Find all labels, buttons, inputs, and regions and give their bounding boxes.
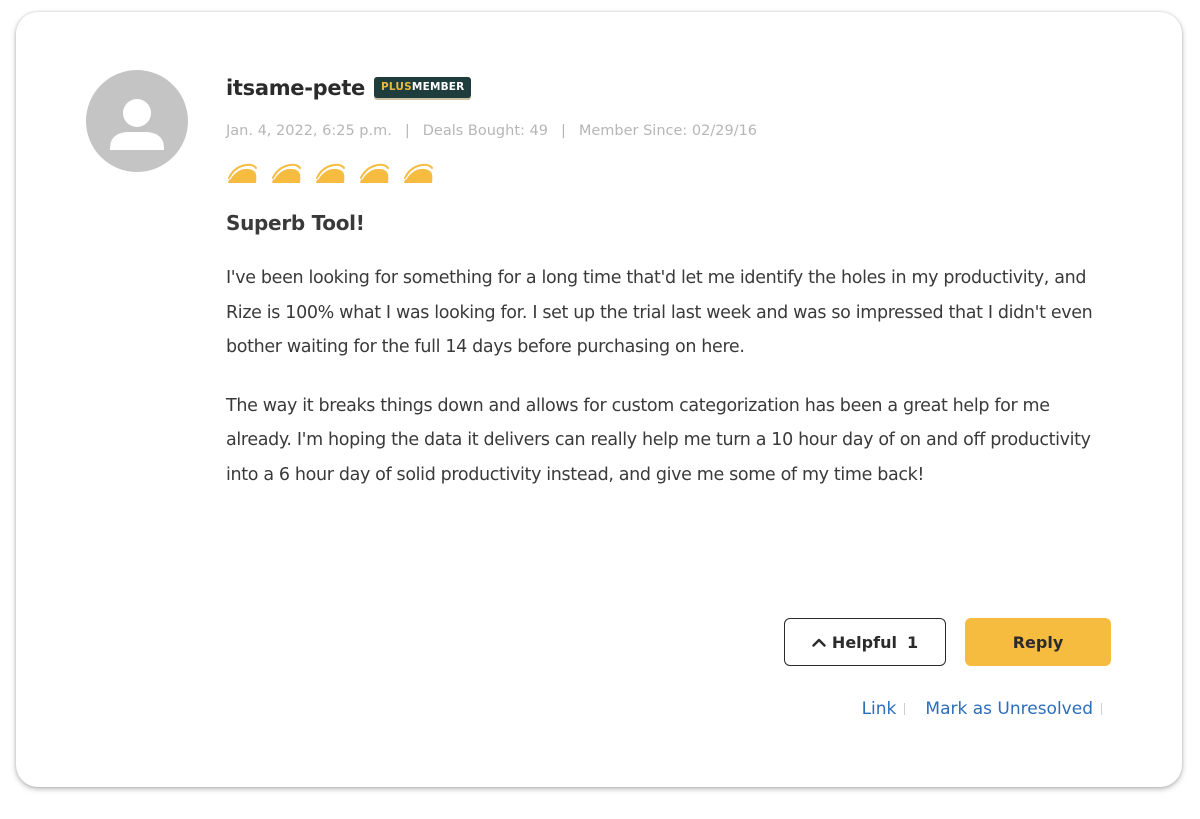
reply-button[interactable]: Reply bbox=[965, 618, 1111, 666]
review-body: I've been looking for something for a lo… bbox=[226, 261, 1116, 492]
taco-icon bbox=[360, 163, 389, 183]
deals-bought: Deals Bought: 49 bbox=[422, 123, 548, 139]
plus-member-badge: PLUS MEMBER bbox=[374, 76, 472, 98]
meta-separator: | bbox=[404, 123, 410, 139]
helpful-label: Helpful bbox=[831, 632, 897, 652]
user-silhouette-icon bbox=[110, 99, 164, 150]
taco-icon bbox=[228, 163, 257, 183]
helpful-count: 1 bbox=[906, 632, 919, 652]
link-divider bbox=[1101, 703, 1102, 715]
badge-member-text: MEMBER bbox=[411, 81, 465, 93]
link-divider bbox=[904, 703, 906, 715]
review-paragraph: I've been looking for something for a lo… bbox=[226, 268, 1093, 357]
taco-icon bbox=[316, 163, 345, 183]
review-card: itsame-pete PLUS MEMBER Jan. 4, 2022, 6:2… bbox=[16, 12, 1182, 787]
review-links: Link Mark as Unresolved bbox=[862, 699, 1102, 719]
badge-plus-text: PLUS bbox=[381, 81, 412, 93]
review-meta: Jan. 4, 2022, 6:25 p.m. | Deals Bought: … bbox=[226, 121, 1126, 141]
taco-rating bbox=[226, 161, 1126, 187]
member-since: Member Since: 02/29/16 bbox=[578, 123, 758, 139]
taco-icon bbox=[404, 163, 433, 183]
mark-unresolved-link[interactable]: Mark as Unresolved bbox=[925, 699, 1093, 719]
review-title: Superb Tool! bbox=[226, 211, 365, 235]
review-date: Jan. 4, 2022, 6:25 p.m. bbox=[226, 123, 392, 139]
taco-icon bbox=[272, 163, 301, 183]
user-row: itsame-pete PLUS MEMBER bbox=[226, 72, 1126, 104]
review-paragraph: The way it breaks things down and allows… bbox=[226, 395, 1091, 485]
permalink-link[interactable]: Link bbox=[862, 699, 897, 719]
avatar bbox=[86, 70, 188, 172]
meta-separator: | bbox=[560, 123, 566, 139]
chevron-up-icon bbox=[812, 638, 826, 647]
username[interactable]: itsame-pete bbox=[226, 76, 365, 100]
helpful-button[interactable]: Helpful 1 bbox=[784, 618, 946, 666]
review-content: itsame-pete PLUS MEMBER Jan. 4, 2022, 6:2… bbox=[226, 72, 1126, 492]
